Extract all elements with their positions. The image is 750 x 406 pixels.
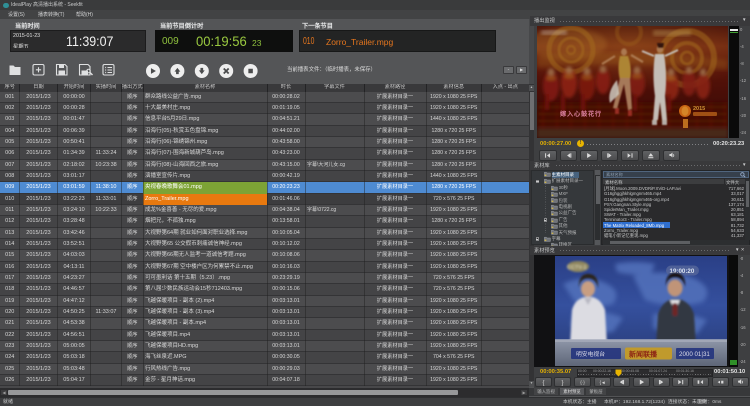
svg-text:新闻联播: 新闻联播 bbox=[629, 350, 658, 359]
svg-text:{·}: {·} bbox=[580, 380, 585, 385]
svg-text:{: { bbox=[542, 380, 544, 386]
svg-text:2000 01|31: 2000 01|31 bbox=[679, 351, 710, 358]
svg-text:{◄: {◄ bbox=[599, 380, 605, 385]
svg-text:明安电视台: 明安电视台 bbox=[576, 350, 605, 358]
svg-text:CCTV-1: CCTV-1 bbox=[567, 265, 587, 271]
svg-text:}: } bbox=[562, 380, 564, 386]
